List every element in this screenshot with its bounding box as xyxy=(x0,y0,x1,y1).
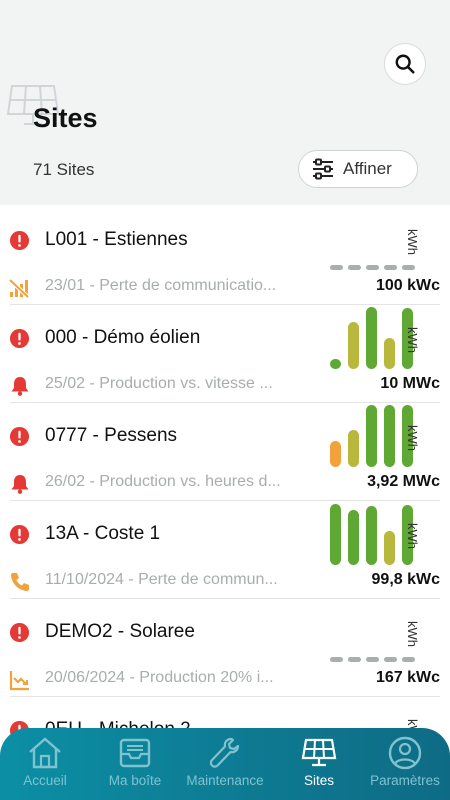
alert-icon xyxy=(9,524,30,545)
production-bar xyxy=(366,506,377,565)
production-bar xyxy=(330,504,341,565)
alert-icon xyxy=(9,230,30,251)
nav-label: Paramètres xyxy=(370,773,440,788)
solar-panel-icon xyxy=(301,738,337,767)
production-bar xyxy=(384,531,395,565)
signal-warning-icon xyxy=(9,278,30,299)
no-data-dash xyxy=(366,265,379,270)
nav-label: Ma boîte xyxy=(108,773,162,788)
nav-item-maintenance[interactable]: Maintenance xyxy=(180,728,270,800)
nav-item-parametres[interactable]: Paramètres xyxy=(360,728,450,800)
inbox-icon xyxy=(119,738,151,768)
bell-icon xyxy=(11,377,29,396)
no-data-dash xyxy=(402,265,415,270)
nav-item-accueil[interactable]: Accueil xyxy=(0,728,90,800)
site-row[interactable]: DEMO2 - Solaree kWh 20/06/2024 - Product… xyxy=(0,599,450,697)
installed-power: 167 kWc xyxy=(375,669,440,686)
site-name: DEMO2 - Solaree xyxy=(45,621,195,642)
alert-icon xyxy=(9,622,30,643)
production-bar xyxy=(384,338,395,369)
production-bar xyxy=(366,307,377,369)
site-row[interactable]: L001 - Estiennes kWh 23/01 - Perte de co… xyxy=(0,207,450,305)
alert-icon xyxy=(9,426,30,447)
installed-power: 3,92 MWc xyxy=(367,473,440,490)
unit-label: kWh xyxy=(405,425,420,451)
filter-label: Affiner xyxy=(343,159,392,178)
site-name: 13A - Coste 1 xyxy=(45,523,161,544)
production-chart xyxy=(330,207,416,271)
no-data-dash xyxy=(330,657,343,662)
production-bar xyxy=(366,405,377,467)
last-event: 25/02 - Production vs. vitesse ... xyxy=(45,375,273,392)
no-data-dash xyxy=(384,657,397,662)
production-bar xyxy=(348,510,359,565)
no-data-dash xyxy=(402,657,415,662)
installed-power: 10 MWc xyxy=(380,375,440,392)
site-row[interactable]: 000 - Démo éolien kWh 25/02 - Production… xyxy=(0,305,450,403)
phone-icon xyxy=(11,573,29,591)
unit-label: kWh xyxy=(405,621,420,647)
production-bar xyxy=(348,322,359,369)
no-data-dash xyxy=(366,657,379,662)
page-header: Sites 71 Sites Affiner xyxy=(0,0,450,205)
site-name: 000 - Démo éolien xyxy=(45,327,201,348)
search-button[interactable] xyxy=(384,43,426,85)
production-bar xyxy=(348,430,359,467)
last-event: 11/10/2024 - Perte de commun... xyxy=(45,571,278,588)
chart-down-icon xyxy=(9,671,29,691)
nav-item-ma-boite[interactable]: Ma boîte xyxy=(90,728,180,800)
nav-item-sites[interactable]: Sites xyxy=(274,728,364,800)
user-icon xyxy=(388,736,422,770)
site-name: 0777 - Pessens xyxy=(45,425,178,446)
installed-power: 99,8 kWc xyxy=(371,571,440,588)
wrench-icon xyxy=(209,737,240,768)
production-bar xyxy=(384,405,395,467)
nav-label: Sites xyxy=(303,773,334,788)
production-chart xyxy=(330,403,416,467)
production-chart xyxy=(330,305,416,369)
sliders-icon xyxy=(313,158,333,180)
no-data-dash xyxy=(348,265,361,270)
last-event: 26/02 - Production vs. heures d... xyxy=(45,473,281,490)
no-data-dash xyxy=(330,265,343,270)
nav-label: Maintenance xyxy=(186,773,264,788)
last-event: 23/01 - Perte de communicatio... xyxy=(45,277,277,294)
site-count: 71 Sites xyxy=(33,160,95,179)
unit-label: kWh xyxy=(405,229,420,255)
last-event: 20/06/2024 - Production 20% i... xyxy=(45,669,274,686)
production-chart xyxy=(330,599,416,663)
bell-icon xyxy=(11,475,29,494)
no-data-dash xyxy=(348,657,361,662)
site-row[interactable]: 0777 - Pessens kWh 26/02 - Production vs… xyxy=(0,403,450,501)
alert-icon xyxy=(9,328,30,349)
site-name: L001 - Estiennes xyxy=(45,229,188,250)
bottom-nav: Accueil Ma boîte Maintenance Sites Param… xyxy=(0,728,450,800)
production-bar xyxy=(330,359,341,369)
unit-label: kWh xyxy=(405,327,420,353)
page-title: Sites xyxy=(33,103,98,133)
filter-button[interactable]: Affiner xyxy=(298,150,418,188)
production-chart xyxy=(330,501,416,565)
home-icon xyxy=(29,737,61,769)
unit-label: kWh xyxy=(405,523,420,549)
production-bar xyxy=(330,441,341,467)
search-icon xyxy=(395,54,415,74)
no-data-dash xyxy=(384,265,397,270)
nav-label: Accueil xyxy=(23,773,67,788)
site-row[interactable]: 13A - Coste 1 kWh 11/10/2024 - Perte de … xyxy=(0,501,450,599)
installed-power: 100 kWc xyxy=(375,277,440,294)
